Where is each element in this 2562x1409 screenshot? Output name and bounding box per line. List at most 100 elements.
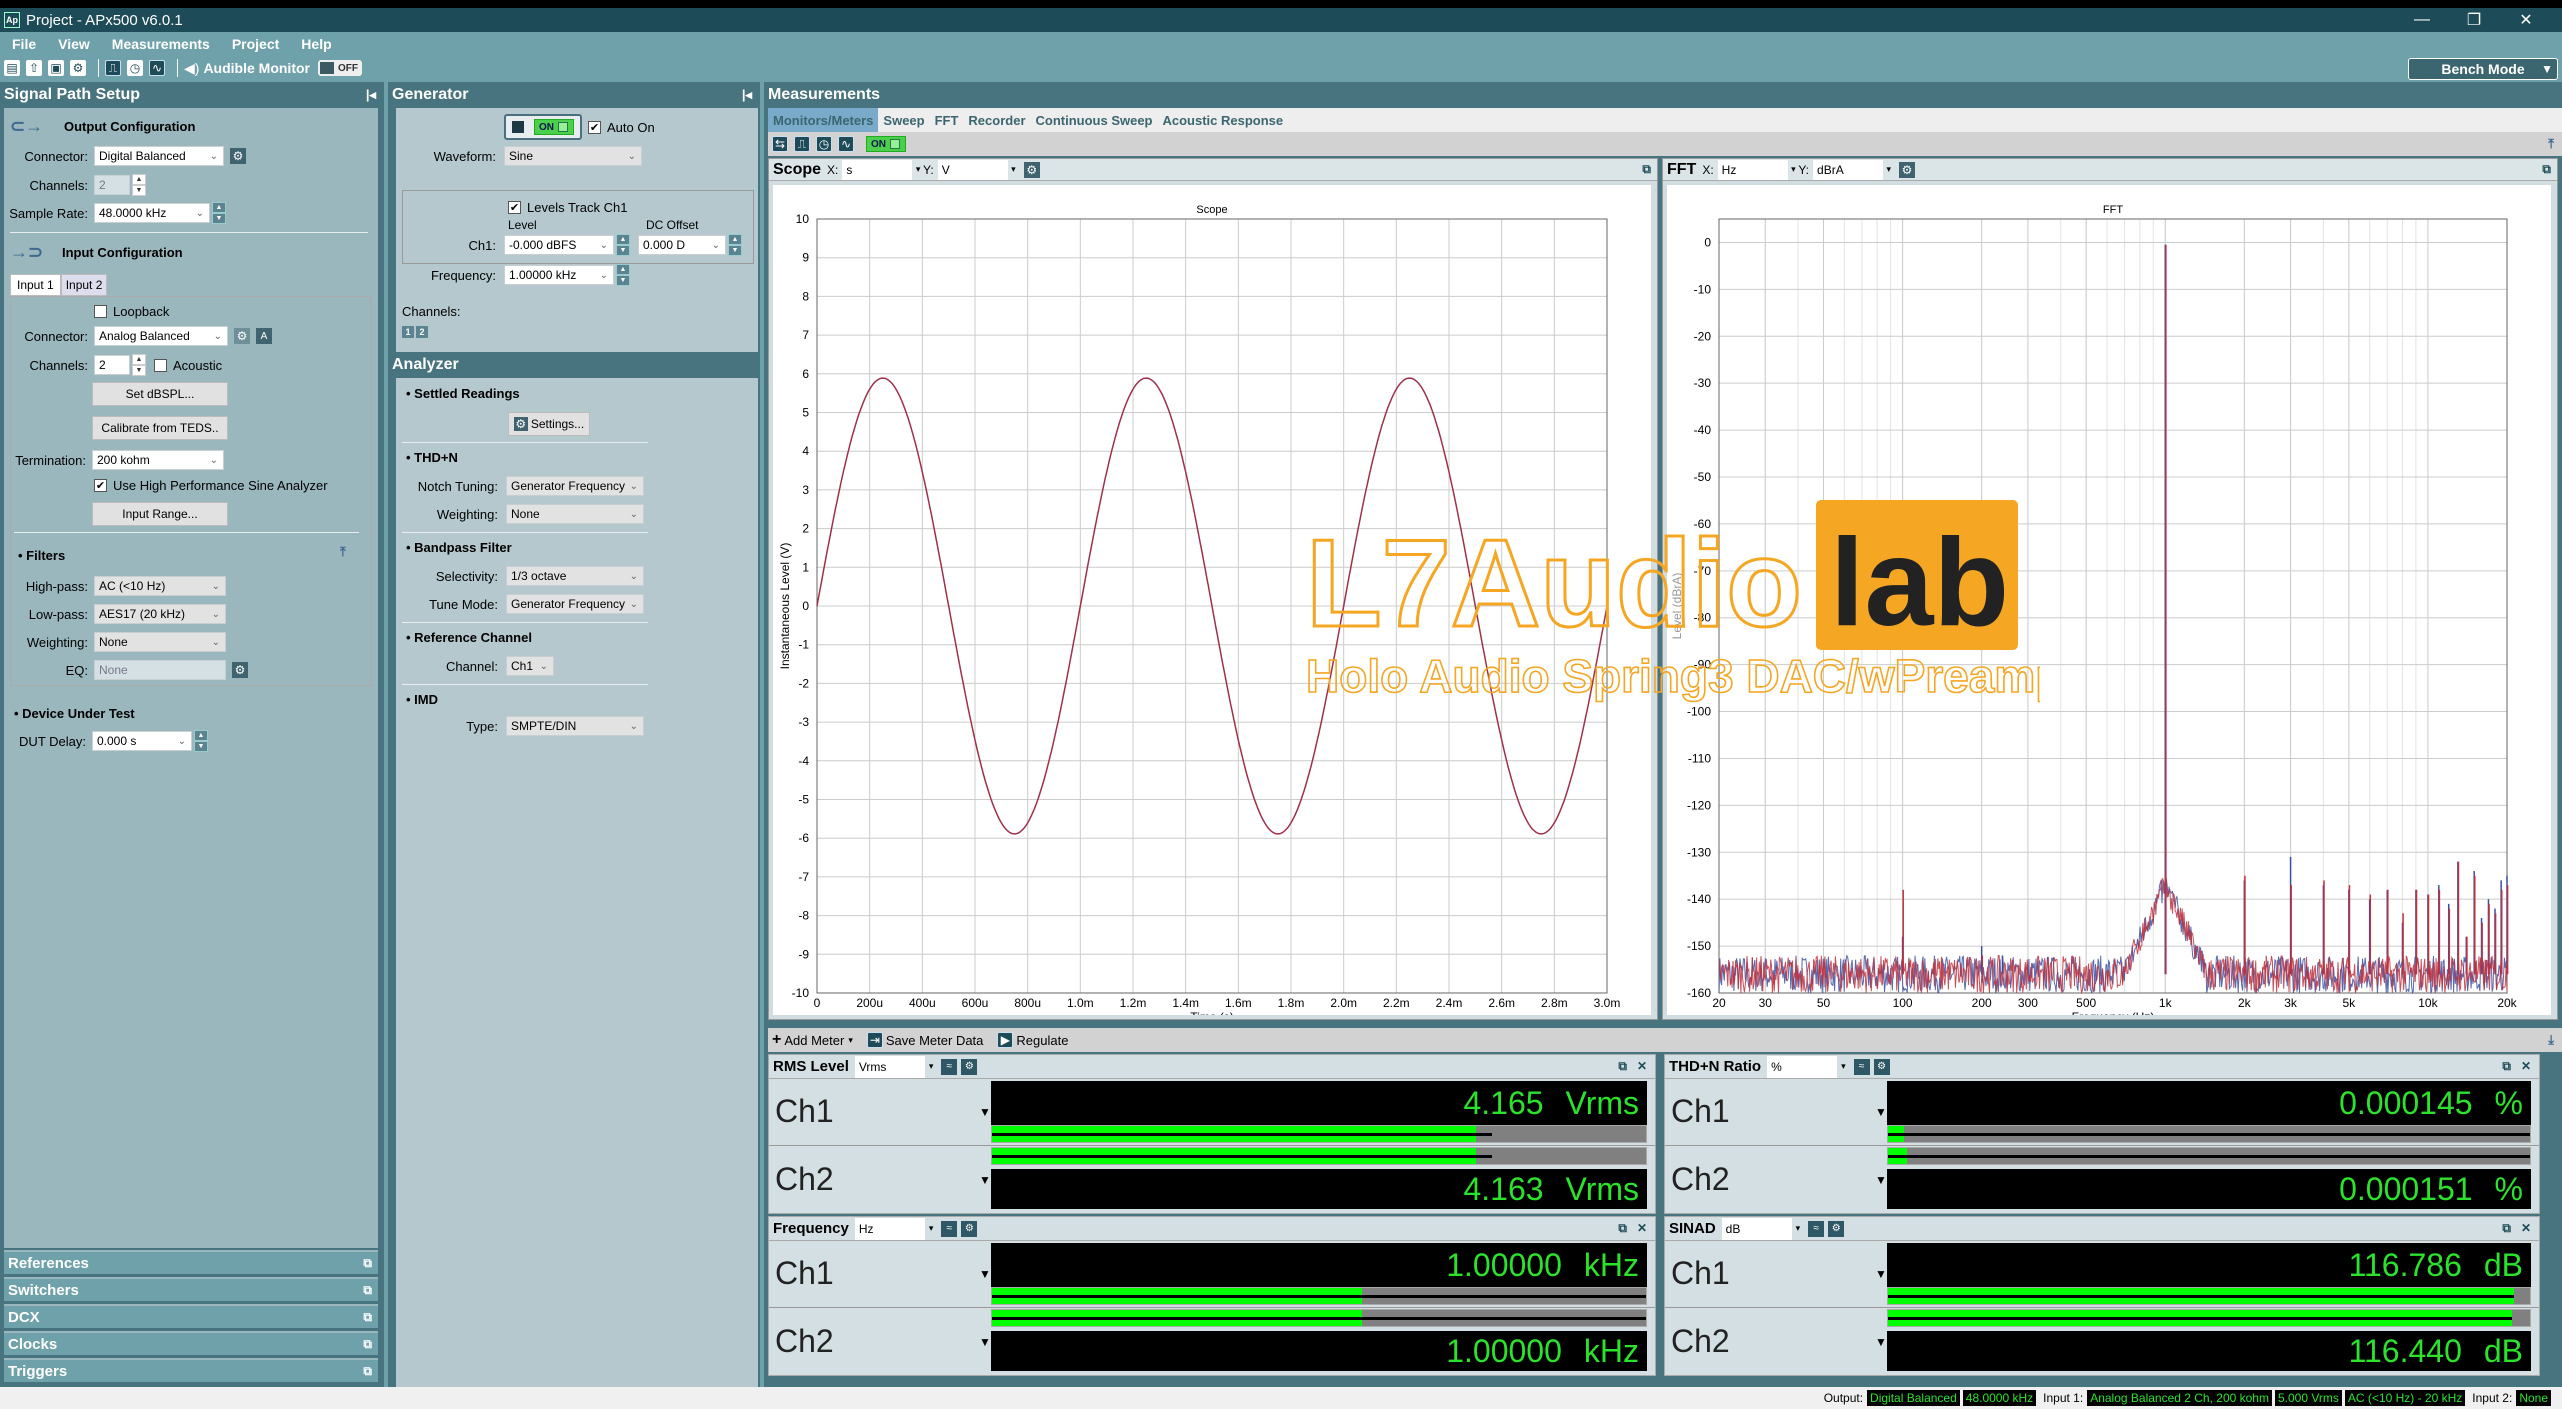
fft-chart[interactable]: FFT 0 -10 -20 -30 -40 -50 -60 -70 -80 -90 -100 -110 -… — [1667, 185, 2551, 1015]
popout-icon[interactable]: ⧉ — [363, 1310, 372, 1325]
calibrate-teds-button[interactable]: Calibrate from TEDS.. — [92, 416, 228, 440]
sidebar-item-dcx[interactable]: DCX ⧉ — [4, 1304, 378, 1328]
input-channels-stepper[interactable]: ▲ ▼ — [132, 354, 146, 376]
output-connector-settings-icon[interactable]: ⚙ — [230, 148, 246, 164]
menu-measurements[interactable]: Measurements — [112, 36, 210, 52]
dut-delay-stepper[interactable]: ▲ ▼ — [194, 730, 208, 752]
close-icon[interactable]: ✕ — [2500, 10, 2552, 30]
tab-continuous-sweep[interactable]: Continuous Sweep — [1031, 108, 1158, 132]
waveform-select[interactable]: Sine ⌄ — [504, 146, 642, 166]
dut-delay-select[interactable]: 0.000 s ⌄ — [92, 731, 192, 751]
meter-unit-select[interactable]: dB — [1721, 1217, 1792, 1240]
eq-field[interactable]: None — [94, 660, 226, 680]
clock-icon[interactable]: ◷ — [816, 136, 832, 152]
clock-icon[interactable]: ◷ — [127, 60, 143, 76]
levels-track-checkbox[interactable]: ✔ — [508, 201, 521, 214]
add-trace-icon[interactable]: ∿ — [838, 136, 854, 152]
input-range-button[interactable]: Input Range... — [92, 502, 228, 526]
tune-mode-select[interactable]: Generator Frequency ⌄ — [506, 594, 644, 614]
channel-menu-icon[interactable]: ▼ — [979, 1335, 991, 1349]
collapse-section-icon[interactable]: ⤒ — [2548, 136, 2554, 152]
meter-settings-icon[interactable]: ⚙ — [1873, 1058, 1890, 1075]
sidebar-item-clocks[interactable]: Clocks ⧉ — [4, 1331, 378, 1355]
collapse-section-icon[interactable]: ⤒ — [340, 544, 346, 560]
input-channels-input[interactable]: 2 — [94, 355, 130, 375]
set-dbspl-button[interactable]: Set dBSPL... — [92, 382, 228, 406]
tab-monitors-meters[interactable]: Monitors/Meters — [768, 108, 879, 132]
popout-icon[interactable]: ⧉ — [363, 1256, 372, 1271]
output-channels-stepper[interactable]: ▲ ▼ — [132, 174, 146, 196]
meter-settings-icon[interactable]: ⚙ — [1828, 1220, 1845, 1237]
save-project-icon[interactable]: ▣ — [48, 60, 64, 76]
input-connector-select[interactable]: Analog Balanced ⌄ — [94, 326, 228, 346]
sample-rate-select[interactable]: 48.0000 kHz ⌄ — [94, 203, 210, 223]
open-project-icon[interactable]: ⇧ — [26, 60, 42, 76]
weighting-select[interactable]: None ⌄ — [94, 632, 226, 652]
regulate-button[interactable]: ▶ Regulate — [997, 1032, 1068, 1048]
meter-unit-select[interactable]: Hz — [854, 1217, 925, 1240]
thdn-weighting-select[interactable]: None ⌄ — [506, 504, 644, 524]
popout-icon[interactable]: ⧉ — [1618, 1221, 1627, 1236]
meter-settings-icon[interactable]: ⚙ — [961, 1058, 978, 1075]
ch1-dc-offset-select[interactable]: 0.000 D ⌄ — [638, 235, 726, 255]
channel-2-button[interactable]: 2 — [416, 326, 428, 338]
tab-input-2[interactable]: Input 2 — [60, 274, 108, 296]
meter-graph-icon[interactable]: ≈ — [941, 1220, 958, 1237]
settings-button[interactable]: ⚙ Settings... — [508, 412, 590, 436]
meter-graph-icon[interactable]: ≈ — [1808, 1220, 1825, 1237]
meter-graph-icon[interactable]: ≈ — [1853, 1058, 1870, 1075]
frequency-stepper[interactable]: ▲ ▼ — [616, 264, 630, 286]
fft-y-unit-select[interactable]: dBrA — [1813, 159, 1891, 180]
fft-x-unit-select[interactable]: Hz — [1717, 159, 1796, 180]
close-meter-icon[interactable]: ✕ — [2521, 1221, 2531, 1236]
scope-x-unit-select[interactable]: s — [842, 159, 920, 180]
generator-on-toggle[interactable]: ON — [504, 114, 582, 140]
expand-section-icon[interactable]: ⤓ — [2548, 1032, 2554, 1048]
add-meter-button[interactable]: + Add Meter ▾ — [772, 1031, 853, 1049]
scope-chart[interactable]: Scope109876543210-1-2-3-4-5-6-7-8-9-100 2… — [773, 185, 1651, 1015]
eq-settings-icon[interactable]: ⚙ — [232, 662, 248, 678]
audible-monitor-toggle[interactable]: OFF — [317, 60, 362, 76]
ch1-dc-offset-stepper[interactable]: ▲ ▼ — [728, 234, 742, 256]
scope-settings-icon[interactable]: ⚙ — [1023, 161, 1040, 178]
hp-sine-checkbox[interactable]: ✔ — [94, 479, 107, 492]
restore-icon[interactable]: ❐ — [2448, 10, 2500, 30]
save-meter-data-button[interactable]: ⇥ Save Meter Data — [866, 1032, 983, 1048]
loopback-checkbox[interactable] — [94, 305, 107, 318]
sample-rate-stepper[interactable]: ▲ ▼ — [212, 202, 226, 224]
new-project-icon[interactable]: ▤ — [4, 60, 20, 76]
collapse-panel-icon[interactable]: |◂ — [366, 87, 376, 103]
close-meter-icon[interactable]: ✕ — [2521, 1059, 2531, 1074]
monitor-on-toggle[interactable]: ON — [866, 136, 906, 152]
channel-menu-icon[interactable]: ▼ — [979, 1267, 991, 1281]
channel-menu-icon[interactable]: ▼ — [1875, 1267, 1887, 1281]
selectivity-select[interactable]: 1/3 octave ⌄ — [506, 566, 644, 586]
ch1-level-select[interactable]: -0.000 dBFS ⌄ — [504, 235, 614, 255]
ref-channel-select[interactable]: Ch1 ⌄ — [506, 656, 554, 676]
tab-recorder[interactable]: Recorder — [963, 108, 1030, 132]
bench-mode-dropdown[interactable]: Bench Mode ▼ — [2408, 58, 2558, 80]
popout-icon[interactable]: ⧉ — [1618, 1059, 1627, 1074]
collapse-panel-icon[interactable]: |◂ — [742, 87, 752, 103]
tab-input-1[interactable]: Input 1 — [10, 274, 61, 296]
sidebar-item-references[interactable]: References ⧉ — [4, 1250, 378, 1274]
swap-icon[interactable]: ⇆ — [772, 136, 788, 152]
tab-acoustic-response[interactable]: Acoustic Response — [1158, 108, 1289, 132]
menu-file[interactable]: File — [12, 36, 36, 52]
popout-icon[interactable]: ⧉ — [363, 1283, 372, 1298]
close-meter-icon[interactable]: ✕ — [1637, 1221, 1647, 1236]
channel-menu-icon[interactable]: ▼ — [1875, 1105, 1887, 1119]
output-connector-select[interactable]: Digital Balanced ⌄ — [94, 146, 224, 166]
channel-menu-icon[interactable]: ▼ — [1875, 1335, 1887, 1349]
waveform-icon[interactable]: ⎍ — [105, 60, 121, 76]
close-meter-icon[interactable]: ✕ — [1637, 1059, 1647, 1074]
meter-settings-icon[interactable]: ⚙ — [961, 1220, 978, 1237]
sidebar-item-triggers[interactable]: Triggers ⧉ — [4, 1358, 378, 1382]
tab-fft[interactable]: FFT — [930, 108, 964, 132]
popout-icon[interactable]: ⧉ — [363, 1337, 372, 1352]
ch1-level-stepper[interactable]: ▲ ▼ — [616, 234, 630, 256]
channel-menu-icon[interactable]: ▼ — [979, 1173, 991, 1187]
imd-type-select[interactable]: SMPTE/DIN ⌄ — [506, 716, 644, 736]
add-trace-icon[interactable]: ∿ — [149, 60, 165, 76]
meter-unit-select[interactable]: Vrms — [854, 1055, 925, 1078]
